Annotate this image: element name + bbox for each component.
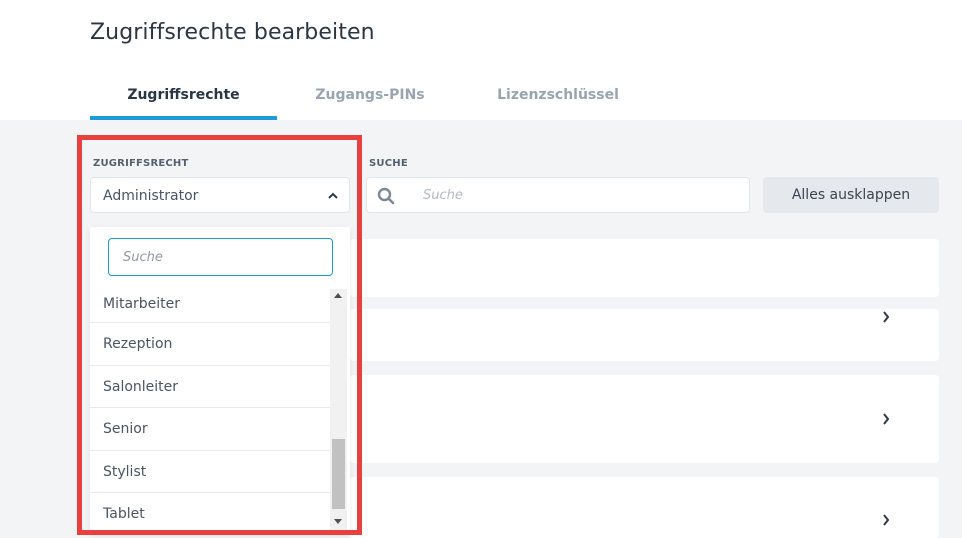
role-select[interactable]: Administrator bbox=[90, 177, 350, 213]
scroll-up-arrow-icon[interactable] bbox=[334, 293, 342, 298]
tab-label: Zugangs-PINs bbox=[315, 87, 425, 103]
dropdown-option-stylist[interactable]: Stylist bbox=[90, 451, 330, 494]
page-title: Zugriffsrechte bearbeiten bbox=[90, 20, 375, 45]
permission-group-card[interactable] bbox=[350, 477, 939, 538]
role-select-value: Administrator bbox=[103, 188, 199, 204]
dropdown-scrollbar[interactable] bbox=[330, 289, 347, 534]
tab-zugangs-pins[interactable]: Zugangs-PINs bbox=[290, 84, 450, 120]
page-header: Zugriffsrechte bearbeiten Zugriffsrechte… bbox=[0, 0, 962, 120]
tab-lizenzschluessel[interactable]: Lizenzschlüssel bbox=[468, 84, 648, 120]
permission-group-card[interactable] bbox=[350, 239, 939, 297]
permission-group-card[interactable] bbox=[350, 309, 939, 361]
dropdown-option-senior[interactable]: Senior bbox=[90, 408, 330, 451]
permission-group-card[interactable] bbox=[350, 375, 939, 463]
role-dropdown: Mitarbeiter Rezeption Salonleiter Senior… bbox=[90, 227, 350, 534]
chevron-up-icon bbox=[327, 184, 339, 209]
search-field[interactable] bbox=[366, 177, 750, 213]
search-input[interactable] bbox=[423, 188, 723, 203]
dropdown-list: Mitarbeiter Rezeption Salonleiter Senior… bbox=[90, 289, 330, 534]
dropdown-search-input[interactable] bbox=[108, 238, 333, 276]
dropdown-option-tablet[interactable]: Tablet bbox=[90, 493, 330, 534]
search-icon bbox=[377, 187, 395, 205]
dropdown-search-wrap bbox=[90, 227, 350, 289]
tab-zugriffsrechte[interactable]: Zugriffsrechte bbox=[90, 84, 277, 120]
scrollbar-thumb[interactable] bbox=[332, 439, 345, 509]
chevron-right-icon bbox=[881, 512, 891, 532]
search-label: SUCHE bbox=[369, 158, 408, 169]
chevron-right-icon bbox=[881, 309, 891, 329]
dropdown-option-rezeption[interactable]: Rezeption bbox=[90, 323, 330, 366]
tab-label: Zugriffsrechte bbox=[127, 87, 240, 103]
chevron-right-icon bbox=[881, 411, 891, 431]
role-label: ZUGRIFFSRECHT bbox=[93, 158, 189, 169]
dropdown-option-mitarbeiter[interactable]: Mitarbeiter bbox=[90, 289, 330, 323]
scroll-down-arrow-icon[interactable] bbox=[334, 519, 342, 524]
expand-all-button[interactable]: Alles ausklappen bbox=[763, 177, 939, 213]
dropdown-option-salonleiter[interactable]: Salonleiter bbox=[90, 366, 330, 409]
tab-label: Lizenzschlüssel bbox=[497, 87, 619, 103]
